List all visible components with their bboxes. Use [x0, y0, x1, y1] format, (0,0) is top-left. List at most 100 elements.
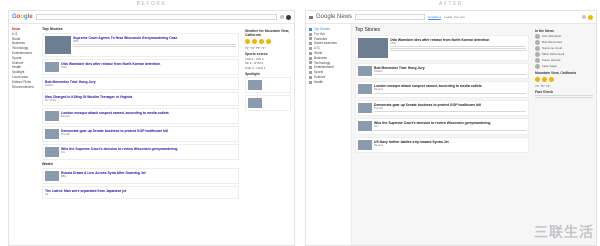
story-card[interactable]: Who the Supreme Court's decision to revi… [355, 118, 529, 135]
nav-icon [309, 56, 312, 60]
after-label: AFTER [439, 1, 463, 7]
nav-icon [309, 32, 312, 36]
story-source: The Hill [61, 132, 70, 136]
story-card[interactable]: Otto Warmbier dies after release from No… [355, 35, 529, 61]
story-source: Politico [45, 84, 54, 87]
section-title: Top Stories [355, 27, 381, 33]
sun-icon [549, 77, 554, 82]
nav-icon [309, 80, 312, 84]
google-news-logo[interactable]: Google News [316, 14, 352, 20]
nav-icon [309, 61, 312, 65]
apps-icon[interactable] [582, 15, 586, 19]
sun-icon [259, 39, 264, 44]
story-image [358, 38, 388, 58]
in-the-news-item[interactable]: Karen Handel [535, 58, 593, 63]
topic-icon [535, 46, 540, 51]
story-image [45, 110, 59, 121]
story-source: NPR [73, 40, 79, 43]
story-image [358, 66, 372, 76]
nav-icon [309, 27, 312, 31]
sports-title: Sports scores [245, 52, 268, 57]
story-card[interactable]: Supreme Court Agrees To Hear Wisconsin G… [42, 33, 239, 57]
before-header: Google [9, 11, 294, 24]
score-row[interactable]: OAK 4 - HOU 1 [245, 66, 291, 70]
search-input[interactable] [35, 14, 277, 20]
story-source: Vox [61, 150, 66, 154]
story-card[interactable]: Russia Draws A Line Across Syria After D… [42, 167, 239, 184]
story-image [45, 128, 59, 139]
nav-icon [309, 37, 312, 41]
avatar[interactable] [588, 14, 593, 20]
story-card[interactable]: The Latest: Man were separated from Japa… [42, 185, 239, 200]
weather-temps: 72° 73° 75° 71° [245, 46, 266, 50]
before-right-column: Weather for Mountain View, California 72… [242, 24, 294, 245]
nav-icon [309, 66, 312, 70]
nav-icon [309, 75, 312, 79]
story-card[interactable]: Otto Warmbier dies after release from No… [42, 59, 239, 75]
story-card[interactable]: Who the Supreme Court's decision to revi… [42, 143, 239, 160]
weather-temps: 72° 75° 73° [535, 84, 551, 88]
in-the-news-item[interactable]: Mitch McConnell [535, 52, 593, 57]
nav-icon [309, 71, 312, 75]
section-title: Top Stories [42, 27, 63, 31]
in-the-news-item[interactable]: Supreme Court [535, 46, 593, 51]
topic-icon [535, 58, 540, 63]
nav-icon [309, 42, 312, 46]
before-label: BEFORE [136, 1, 167, 7]
story-card[interactable]: Bob Menendez Trial: Hung Jury Politico [42, 77, 239, 91]
fact-check-title: Fact Check [535, 90, 554, 95]
spotlight-title: Spotlight [245, 71, 260, 76]
left-nav: News U.S. World Business Technology Ente… [9, 24, 39, 245]
story-image [248, 97, 262, 108]
sun-icon [542, 77, 547, 82]
spotlight-card[interactable] [245, 94, 291, 111]
sun-icon [266, 39, 271, 44]
topic-icon [535, 64, 540, 69]
in-the-news-item[interactable]: Otto Warmbier [535, 34, 593, 39]
menu-icon[interactable] [309, 15, 313, 19]
sun-icon [535, 77, 540, 82]
story-image [45, 170, 59, 181]
section-title-world: World [42, 161, 53, 166]
story-source: Reuters [374, 88, 384, 92]
after-main: Top Stories Otto Warmbier dies after rel… [352, 24, 532, 245]
avatar[interactable] [286, 14, 291, 20]
after-right-column: In the News Otto Warmbier Bob Menendez S… [532, 24, 596, 245]
search-input[interactable] [355, 14, 426, 20]
story-source: Reuters [61, 114, 71, 118]
sun-icon [252, 39, 257, 44]
tab-local[interactable]: Local [444, 15, 451, 20]
topic-icon [535, 52, 540, 57]
story-card[interactable]: London mosque attack suspect named, acco… [355, 81, 529, 98]
story-card[interactable]: London mosque attack suspect named, acco… [42, 107, 239, 124]
story-source: CNN [61, 66, 67, 69]
nav-icon [309, 47, 312, 51]
nav-item[interactable]: Health [309, 80, 348, 85]
in-the-news-item[interactable]: Bob Menendez [535, 40, 593, 45]
in-the-news-item[interactable]: Lady Gaga [535, 64, 593, 69]
before-screenshot: Google News U.S. World Business Technolo… [8, 10, 295, 246]
after-header: Google News Headlines Local For you [306, 11, 596, 24]
story-image [248, 79, 262, 90]
story-card[interactable]: US Navy further battles a tip toward Syr… [355, 136, 529, 153]
story-card[interactable]: Democrats gear up Senate business to pro… [42, 125, 239, 142]
story-card[interactable]: Man Charged in Killing Of Muslim Teenage… [42, 92, 239, 106]
header-tabs: Headlines Local For you [428, 15, 465, 20]
nav-item[interactable]: Recommended [12, 85, 36, 90]
story-card[interactable]: Democrats gear up Senate business to pro… [355, 99, 529, 117]
in-the-news-title: In the News [535, 29, 554, 33]
google-logo[interactable]: Google [12, 14, 33, 20]
after-screenshot: Google News Headlines Local For you Top … [305, 10, 597, 246]
spotlight-card[interactable] [245, 76, 291, 93]
story-image [358, 102, 372, 113]
story-card[interactable]: Bob Menendez Trial: Hung Jury Politico [355, 63, 529, 80]
story-source: The Hill [374, 106, 383, 110]
topic-icon [535, 40, 540, 45]
before-main: Top Stories Supreme Court Agrees To Hear… [39, 24, 242, 245]
story-image [45, 62, 59, 72]
story-image [45, 146, 59, 157]
tab-headlines[interactable]: Headlines [428, 15, 442, 20]
tab-for-you[interactable]: For you [455, 15, 465, 20]
apps-icon[interactable] [280, 15, 284, 19]
weather-title: Weather for Mountain View, California [245, 29, 290, 37]
